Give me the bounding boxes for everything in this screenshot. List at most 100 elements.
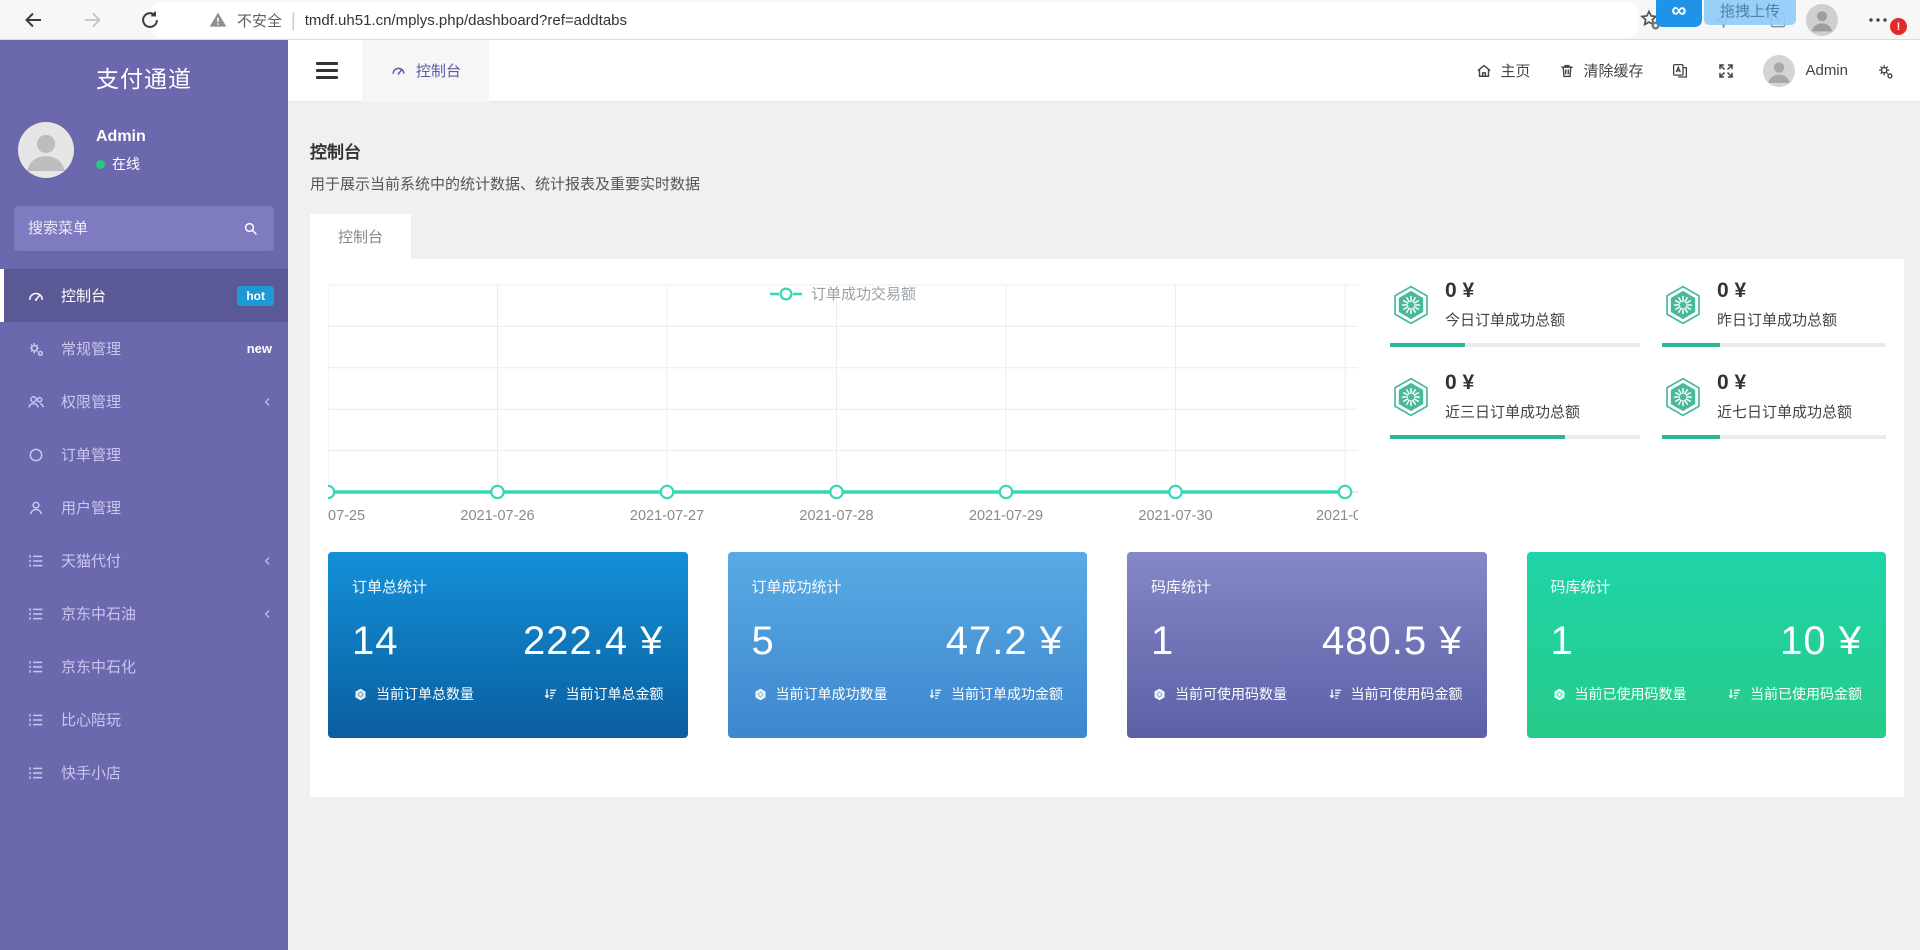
list-icon — [26, 657, 46, 677]
mini-stat-value: 0 ¥ — [1717, 279, 1837, 303]
sidebar-item-天猫代付[interactable]: 天猫代付 — [0, 534, 288, 587]
fullscreen-button[interactable] — [1717, 62, 1735, 80]
svg-text:2021-07-28: 2021-07-28 — [799, 508, 873, 524]
search-icon[interactable] — [242, 220, 260, 238]
svg-text:2021-07-26: 2021-07-26 — [460, 508, 534, 524]
topnav-avatar — [1763, 55, 1795, 87]
circle-icon — [26, 445, 46, 465]
chart-legend[interactable]: 订单成功交易额 — [770, 283, 916, 304]
mini-stats-grid: 0 ¥今日订单成功总额0 ¥昨日订单成功总额0 ¥近三日订单成功总额0 ¥近七日… — [1390, 279, 1886, 439]
extension-icon[interactable]: ∞ — [1656, 0, 1702, 27]
sort-amount-icon — [927, 686, 944, 703]
list-icon — [26, 551, 46, 571]
user-status: 在线 — [96, 154, 140, 174]
language-button[interactable] — [1671, 62, 1689, 80]
card-amount: 47.2 ¥ — [946, 619, 1063, 664]
sidebar: 支付通道 Admin 在线 控制台hot常规管理new 权限管理订单管理用户管理天… — [0, 40, 288, 950]
new-badge: new — [247, 341, 272, 356]
svg-text:2021-07-27: 2021-07-27 — [630, 508, 704, 524]
card-amount: 222.4 ¥ — [523, 619, 663, 664]
chevron-left-icon — [260, 394, 276, 410]
browser-reload-button[interactable] — [138, 8, 162, 32]
mini-stat-progress — [1662, 343, 1886, 347]
browser-forward-button[interactable] — [80, 8, 104, 32]
content-tabs: 控制台 — [310, 214, 1920, 259]
browser-profile-avatar[interactable] — [1806, 4, 1838, 36]
hamburger-icon[interactable] — [316, 58, 338, 83]
menu-search-input[interactable] — [28, 220, 242, 237]
stat-card-码库统计: 码库统计110 ¥当前已使用码数量当前已使用码金额 — [1527, 552, 1887, 738]
card-count: 14 — [352, 619, 399, 664]
home-button[interactable]: 主页 — [1475, 60, 1530, 81]
sidebar-item-比心陪玩[interactable]: 比心陪玩 — [0, 693, 288, 746]
mini-stat-value: 0 ¥ — [1445, 279, 1565, 303]
list-icon — [26, 763, 46, 783]
mini-stat: 0 ¥昨日订单成功总额 — [1662, 279, 1886, 347]
mini-stat: 0 ¥今日订单成功总额 — [1390, 279, 1640, 347]
address-separator: | — [291, 10, 296, 31]
card-title: 码库统计 — [1551, 576, 1863, 597]
card-count: 1 — [1151, 619, 1174, 664]
hexagon-icon — [1151, 686, 1168, 703]
sidebar-item-京东中石化[interactable]: 京东中石化 — [0, 640, 288, 693]
security-label[interactable]: 不安全 — [237, 10, 282, 31]
sidebar-item-label: 控制台 — [61, 285, 106, 306]
card-count-label: 当前已使用码数量 — [1575, 684, 1687, 704]
settings-button[interactable] — [1876, 62, 1894, 80]
sidebar-item-京东中石油[interactable]: 京东中石油 — [0, 587, 288, 640]
sidebar-item-label: 快手小店 — [61, 762, 121, 783]
sidebar-item-快手小店[interactable]: 快手小店 — [0, 746, 288, 799]
mini-stat-value: 0 ¥ — [1717, 371, 1852, 395]
sidebar-item-订单管理[interactable]: 订单管理 — [0, 428, 288, 481]
mini-stat-label: 近七日订单成功总额 — [1717, 401, 1852, 422]
card-count: 5 — [752, 619, 775, 664]
browser-alert-badge: ! — [1890, 18, 1907, 35]
stat-cards-row: 订单总统计14222.4 ¥当前订单总数量当前订单总金额订单成功统计547.2 … — [328, 552, 1886, 738]
user-avatar[interactable] — [18, 122, 74, 178]
menu-search — [14, 206, 274, 251]
list-icon — [26, 604, 46, 624]
chevron-left-icon — [260, 606, 276, 622]
sidebar-item-label: 权限管理 — [61, 391, 121, 412]
card-count-label: 当前订单成功数量 — [776, 684, 888, 704]
gears-icon — [1876, 62, 1894, 80]
svg-text:2021-07-29: 2021-07-29 — [969, 508, 1043, 524]
chevron-left-icon — [260, 553, 276, 569]
mini-stat: 0 ¥ 近七日订单成功总额 — [1662, 371, 1886, 439]
mini-stat-progress — [1390, 435, 1640, 439]
page-title: 控制台 — [310, 138, 1920, 163]
browser-back-button[interactable] — [22, 8, 46, 32]
line-chart-svg: 07-25 2021-07-26 2021-07-27 2021-07-28 2021-… — [328, 283, 1358, 531]
content-tab-dashboard[interactable]: 控制台 — [310, 214, 411, 259]
card-title: 码库统计 — [1151, 576, 1463, 597]
sidebar-item-label: 用户管理 — [61, 497, 121, 518]
browser-menu-icon[interactable] — [1866, 8, 1890, 32]
stat-card-码库统计: 码库统计1480.5 ¥当前可使用码数量当前可使用码金额 — [1127, 552, 1487, 738]
gears-icon — [26, 339, 46, 359]
url-text[interactable]: tmdf.uh51.cn/mplys.php/dashboard?ref=add… — [305, 12, 627, 29]
user-name: Admin — [96, 128, 146, 146]
user-icon — [26, 498, 46, 518]
card-title: 订单总统计 — [352, 576, 664, 597]
topnav-user[interactable]: Admin — [1763, 55, 1848, 87]
home-icon — [1475, 62, 1493, 80]
extension-tooltip: 拖拽上传 — [1704, 0, 1796, 25]
clear-cache-button[interactable]: 清除缓存 — [1558, 60, 1643, 81]
page-subtitle: 用于展示当前系统中的统计数据、统计报表及重要实时数据 — [310, 173, 1920, 194]
topnav-tab-dashboard[interactable]: 控制台 — [362, 40, 489, 102]
hexagon-icon — [1662, 284, 1704, 326]
fullscreen-icon — [1717, 62, 1735, 80]
sidebar-menu: 控制台hot常规管理new 权限管理订单管理用户管理天猫代付京东中石油京东中石化比… — [0, 269, 288, 799]
sidebar-item-控制台[interactable]: 控制台hot — [0, 269, 288, 322]
hexagon-icon — [1390, 284, 1432, 326]
sidebar-item-常规管理[interactable]: 常规管理new — [0, 322, 288, 375]
mini-stat-value: 0 ¥ — [1445, 371, 1580, 395]
card-count-label: 当前订单总数量 — [376, 684, 474, 704]
card-amount-label: 当前订单成功金额 — [951, 684, 1063, 704]
svg-text:07-25: 07-25 — [328, 508, 365, 524]
sidebar-item-权限管理[interactable]: 权限管理 — [0, 375, 288, 428]
mini-stat-label: 近三日订单成功总额 — [1445, 401, 1580, 422]
dashboard-icon — [26, 286, 46, 306]
brand-title: 支付通道 — [0, 40, 288, 94]
sidebar-item-用户管理[interactable]: 用户管理 — [0, 481, 288, 534]
